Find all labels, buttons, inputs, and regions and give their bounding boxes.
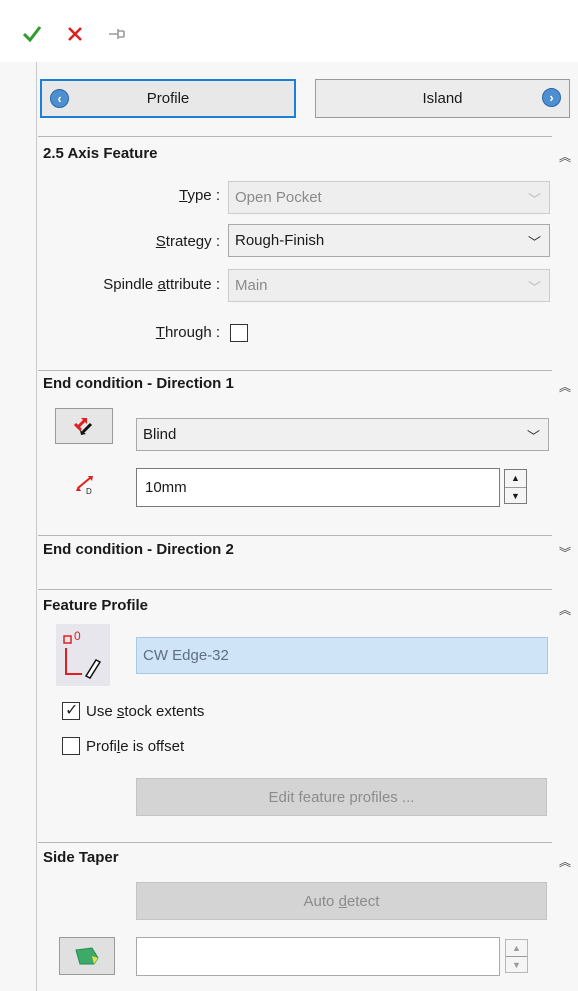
property-manager-toolbar xyxy=(0,0,578,62)
taper-angle-icon xyxy=(75,947,99,965)
profile-offset-checkbox[interactable] xyxy=(62,737,80,755)
type-label: Type : xyxy=(179,187,220,204)
reverse-direction-icon xyxy=(73,418,93,435)
depth-value: 10mm xyxy=(145,479,187,496)
through-label: Through : xyxy=(155,324,220,341)
arrow-right-icon: › xyxy=(542,88,561,107)
use-stock-extents-label: Use stock extents xyxy=(86,703,205,720)
taper-angle-input[interactable] xyxy=(136,937,500,976)
spin-down-icon[interactable]: ▼ xyxy=(505,488,526,505)
strategy-select[interactable]: Rough-Finish ﹀ xyxy=(228,224,550,257)
use-stock-extents-checkbox[interactable] xyxy=(62,700,80,720)
chevron-down-icon: ﹀ xyxy=(527,280,541,295)
section-title-end-condition-2: End condition - Direction 2 xyxy=(43,541,234,558)
x-icon[interactable] xyxy=(63,22,87,46)
island-button[interactable]: Island › xyxy=(315,79,570,118)
checkmark-icon[interactable] xyxy=(20,22,44,46)
collapse-up-icon[interactable]: ︽ xyxy=(559,601,571,618)
depth-spinner[interactable]: ▲ ▼ xyxy=(504,469,527,504)
profile-selection-box[interactable]: CW Edge-32 xyxy=(136,637,548,674)
type-select[interactable]: Open Pocket ﹀ xyxy=(228,181,550,214)
collapse-up-icon[interactable]: ︽ xyxy=(559,378,571,395)
depth-input[interactable]: 10mm xyxy=(136,468,500,507)
section-title-side-taper: Side Taper xyxy=(43,849,119,866)
end-condition-value: Blind xyxy=(143,426,177,443)
reverse-direction-button[interactable] xyxy=(55,408,113,444)
island-button-label: Island xyxy=(422,90,463,107)
profile-selection-value: CW Edge-32 xyxy=(143,647,229,664)
spindle-select[interactable]: Main ﹀ xyxy=(228,269,550,302)
section-divider xyxy=(38,370,552,371)
section-title-end-condition-1: End condition - Direction 1 xyxy=(43,375,234,392)
spin-down-icon[interactable]: ▼ xyxy=(506,957,527,973)
edit-feature-profiles-label: Edit feature profiles ... xyxy=(268,788,415,806)
through-checkbox[interactable] xyxy=(230,324,248,342)
chevron-down-icon: ﹀ xyxy=(527,192,541,207)
pushpin-icon[interactable] xyxy=(105,22,129,46)
depth-icon: D xyxy=(72,474,98,500)
strategy-label: Strategy : xyxy=(155,233,220,250)
chevron-down-icon: ﹀ xyxy=(527,235,541,250)
profile-button-label: Profile xyxy=(146,90,190,107)
auto-detect-button[interactable]: Auto detect xyxy=(136,882,547,920)
section-divider xyxy=(38,842,552,843)
section-divider xyxy=(38,535,552,536)
taper-angle-button[interactable] xyxy=(59,937,115,975)
taper-spinner[interactable]: ▲ ▼ xyxy=(505,939,528,973)
spindle-value: Main xyxy=(235,277,268,294)
strategy-value: Rough-Finish xyxy=(235,232,325,249)
profile-button[interactable]: ‹ Profile xyxy=(40,79,296,118)
expand-down-icon[interactable]: ︾ xyxy=(559,544,571,561)
section-title-feature-profile: Feature Profile xyxy=(43,597,149,614)
panel-border xyxy=(36,62,37,991)
profile-icon-badge: 0 xyxy=(74,629,81,643)
end-condition-select[interactable]: Blind ﹀ xyxy=(136,418,549,451)
chevron-down-icon: ﹀ xyxy=(526,429,540,444)
spindle-label: Spindle attribute : xyxy=(103,276,220,293)
profile-selection-icon: 0 xyxy=(56,624,110,686)
section-divider xyxy=(38,589,552,590)
spin-up-icon[interactable]: ▲ xyxy=(506,940,527,957)
spin-up-icon[interactable]: ▲ xyxy=(505,470,526,488)
collapse-up-icon[interactable]: ︽ xyxy=(559,853,571,870)
edit-feature-profiles-button[interactable]: Edit feature profiles ... xyxy=(136,778,547,816)
svg-text:D: D xyxy=(86,487,92,496)
type-value: Open Pocket xyxy=(235,189,322,206)
collapse-up-icon[interactable]: ︽ xyxy=(559,148,571,165)
profile-offset-label: Profile is offset xyxy=(86,738,185,755)
auto-detect-label: Auto detect xyxy=(303,892,380,910)
section-divider xyxy=(38,136,552,137)
section-title-axis-feature: 2.5 Axis Feature xyxy=(43,145,158,162)
